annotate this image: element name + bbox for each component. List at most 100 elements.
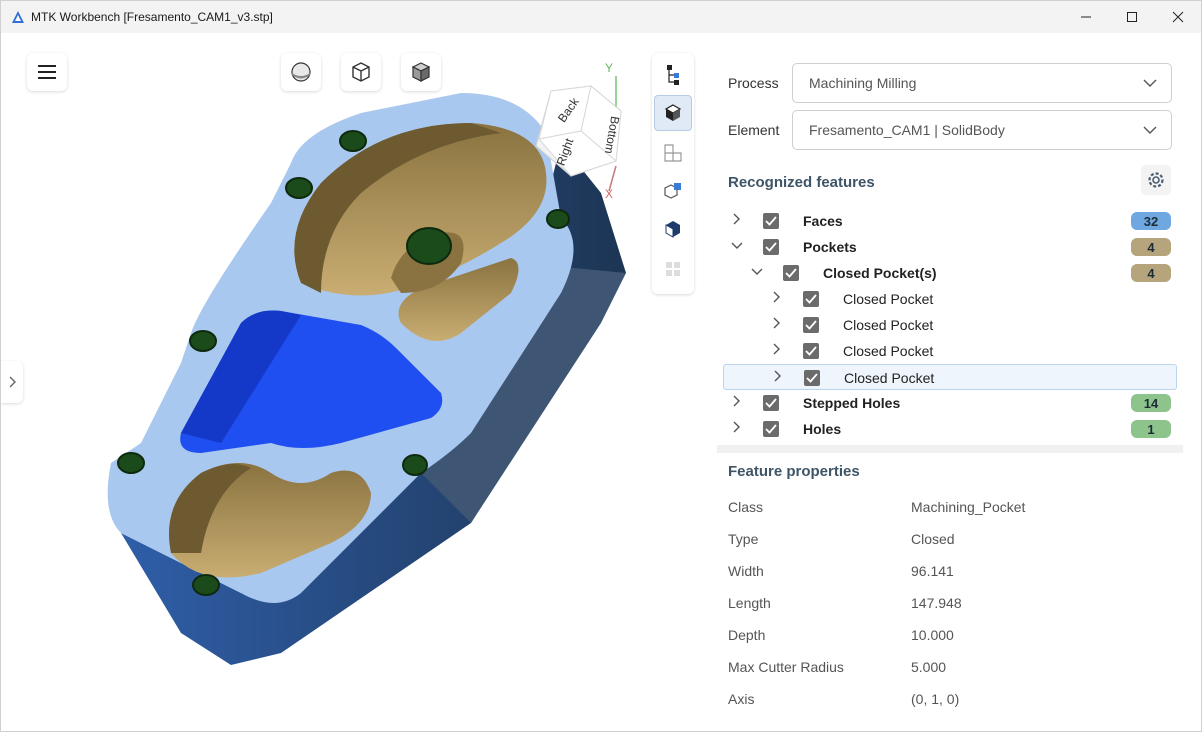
property-value: (0, 1, 0) (911, 691, 960, 707)
property-value: 96.141 (911, 563, 954, 579)
tree-checkbox[interactable] (763, 239, 779, 255)
section-divider (717, 445, 1183, 453)
wireframe-view-button[interactable] (341, 53, 381, 91)
tree-row-label: Closed Pocket (844, 370, 935, 386)
chevron-right-icon[interactable] (771, 291, 783, 305)
property-row: Class Machining_Pocket (728, 499, 1178, 519)
minimize-icon (1081, 16, 1091, 18)
close-icon (1172, 11, 1184, 23)
property-name: Type (728, 531, 759, 547)
cube-shaded-icon (411, 62, 431, 82)
property-row: Width 96.141 (728, 563, 1178, 583)
tree-row[interactable]: Stepped Holes 14 (723, 390, 1177, 416)
cube-dark-icon (665, 221, 680, 238)
tool-strip (652, 53, 694, 294)
tree-row-label: Closed Pocket (843, 343, 934, 359)
property-value: Machining_Pocket (911, 499, 1026, 515)
property-value: 5.000 (911, 659, 947, 675)
tree-checkbox[interactable] (803, 291, 819, 307)
process-select[interactable]: Machining Milling (792, 63, 1172, 103)
sphere-icon (291, 62, 311, 82)
tree-checkbox[interactable] (803, 343, 819, 359)
tree-row[interactable]: Faces 32 (723, 208, 1177, 234)
tree-row-label: Closed Pocket (843, 317, 934, 333)
tree-row[interactable]: Closed Pocket (723, 338, 1177, 364)
tree-row[interactable]: Closed Pocket(s) 4 (723, 260, 1177, 286)
chevron-right-icon[interactable] (731, 421, 743, 435)
tree-checkbox[interactable] (763, 421, 779, 437)
property-name: Max Cutter Radius (728, 659, 844, 675)
chevron-right-icon[interactable] (771, 343, 783, 357)
tree-row-label: Stepped Holes (803, 395, 901, 411)
tree-row-label: Closed Pocket (843, 291, 934, 307)
checkmark-icon (785, 268, 797, 278)
chevron-right-icon[interactable] (772, 370, 784, 384)
count-badge: 14 (1131, 394, 1171, 412)
shaded-edges-view-button[interactable] (401, 53, 441, 91)
maximize-button[interactable] (1109, 1, 1155, 33)
tree-checkbox[interactable] (763, 213, 779, 229)
count-badge: 1 (1131, 420, 1171, 438)
chevron-right-icon[interactable] (731, 213, 743, 227)
tree-checkbox[interactable] (803, 317, 819, 333)
solid-cube-icon (664, 104, 682, 121)
checkmark-icon (765, 398, 777, 408)
chevron-down-icon (1143, 126, 1157, 134)
property-value: 10.000 (911, 627, 954, 643)
solid-view-tool[interactable] (654, 95, 692, 131)
element-select[interactable]: Fresamento_CAM1 | SolidBody (792, 110, 1172, 150)
checkmark-icon (765, 424, 777, 434)
tree-row[interactable]: Closed Pocket (723, 286, 1177, 312)
tree-row[interactable]: Pockets 4 (723, 234, 1177, 260)
grid-icon (666, 262, 680, 276)
property-row: Length 147.948 (728, 595, 1178, 615)
axis-label-y: Y (605, 61, 614, 75)
app-window: MTK Workbench [Fresamento_CAM1_v3.stp] Y… (0, 0, 1202, 732)
shaded-view-button[interactable] (281, 53, 321, 91)
drawing-tool[interactable] (654, 135, 692, 171)
chevron-right-icon[interactable] (731, 395, 743, 409)
hamburger-menu-button[interactable] (27, 53, 67, 91)
title-bar: MTK Workbench [Fresamento_CAM1_v3.stp] (1, 1, 1201, 33)
chevron-down-icon[interactable] (731, 239, 743, 253)
app-logo-icon (12, 11, 24, 23)
chevron-right-icon[interactable] (771, 317, 783, 331)
left-panel-toggle[interactable] (1, 361, 23, 403)
chevron-down-icon[interactable] (751, 265, 763, 279)
property-row: Type Closed (728, 531, 1178, 551)
maximize-icon (1127, 12, 1137, 22)
tree-checkbox[interactable] (763, 395, 779, 411)
tree-row[interactable]: Holes 1 (723, 416, 1177, 442)
property-name: Depth (728, 627, 766, 643)
process-label: Process (728, 75, 779, 91)
window-title: MTK Workbench [Fresamento_CAM1_v3.stp] (31, 10, 273, 24)
property-row: Depth 10.000 (728, 627, 1178, 647)
body-view-tool[interactable] (654, 211, 692, 247)
tree-checkbox[interactable] (783, 265, 799, 281)
element-label: Element (728, 122, 780, 138)
3d-viewport[interactable]: Y X Back Bottom Right (1, 33, 715, 731)
property-name: Length (728, 595, 771, 611)
chevron-right-icon (9, 376, 16, 388)
axis-label-x: X (605, 187, 614, 201)
feature-settings-button[interactable] (1141, 165, 1171, 195)
element-row: Element Fresamento_CAM1 | SolidBody (717, 110, 1183, 150)
tree-row[interactable]: Closed Pocket (723, 312, 1177, 338)
grid-view-tool[interactable] (654, 251, 692, 287)
property-row: Max Cutter Radius 5.000 (728, 659, 1178, 679)
minimize-button[interactable] (1063, 1, 1109, 33)
checkmark-icon (765, 216, 777, 226)
chevron-down-icon (1143, 79, 1157, 87)
tree-row-label: Pockets (803, 239, 857, 255)
checkmark-icon (765, 242, 777, 252)
hamburger-menu-icon (38, 65, 56, 79)
close-button[interactable] (1155, 1, 1201, 33)
tree-view-tool[interactable] (654, 57, 692, 93)
feature-view-tool[interactable] (654, 173, 692, 209)
property-name: Axis (728, 691, 755, 707)
tree-checkbox[interactable] (804, 370, 820, 386)
tree-row[interactable]: Closed Pocket (723, 364, 1177, 390)
checkmark-icon (805, 346, 817, 356)
tree-row-label: Holes (803, 421, 842, 437)
property-name: Class (728, 499, 764, 515)
